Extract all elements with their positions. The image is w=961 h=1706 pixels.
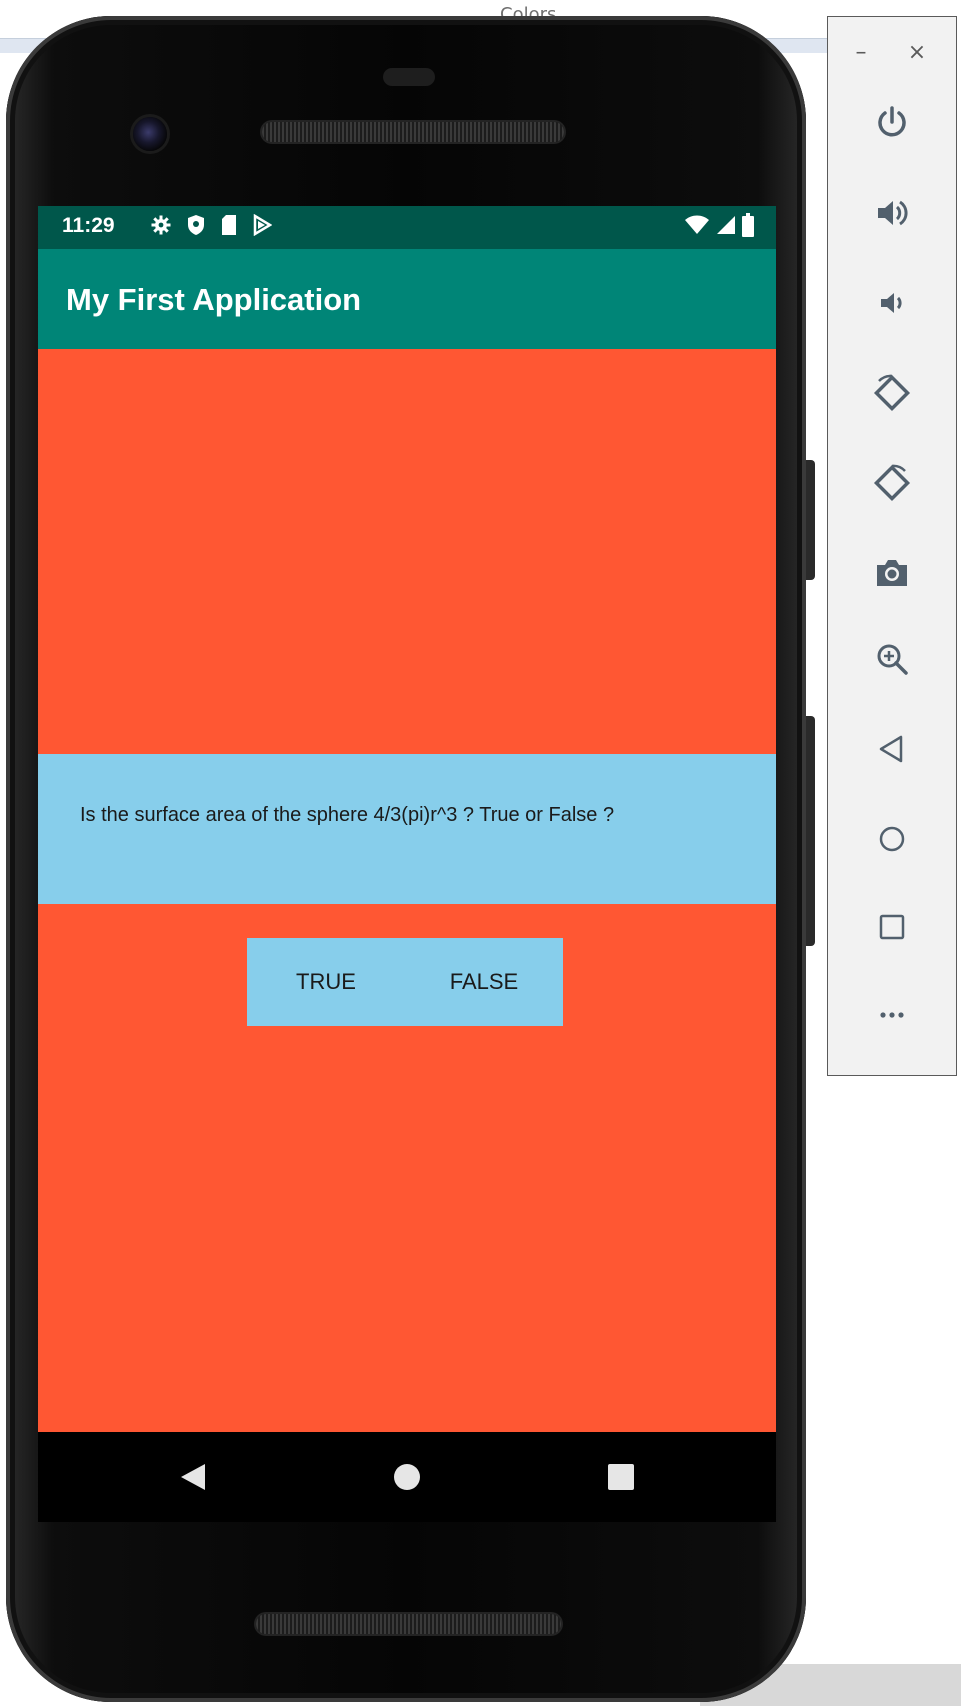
volume-down-icon[interactable] — [860, 271, 924, 335]
emulator-window-controls: – × — [828, 35, 958, 75]
home-icon[interactable] — [384, 1454, 430, 1500]
true-button[interactable]: TRUE — [247, 938, 405, 1026]
status-system-icons — [684, 213, 754, 241]
device-screen: 11:29 My First Application Is the surfac… — [38, 206, 776, 1432]
status-time: 11:29 — [62, 214, 115, 237]
zoom-icon[interactable] — [860, 627, 924, 691]
false-button[interactable]: FALSE — [405, 938, 563, 1026]
minimize-button[interactable]: – — [846, 35, 876, 69]
home-circle-icon[interactable] — [860, 807, 924, 871]
status-notification-icons — [150, 213, 273, 240]
close-button[interactable]: × — [902, 35, 932, 69]
shield-icon — [186, 214, 206, 240]
earpiece-speaker — [262, 122, 564, 142]
back-triangle-icon[interactable] — [860, 717, 924, 781]
wifi-icon — [684, 214, 710, 240]
sd-card-icon — [220, 214, 238, 240]
more-icon[interactable] — [860, 983, 924, 1047]
bottom-speaker — [256, 1614, 561, 1634]
power-icon[interactable] — [860, 91, 924, 155]
rotate-right-icon[interactable] — [860, 451, 924, 515]
back-icon[interactable] — [170, 1454, 216, 1500]
battery-icon — [742, 213, 754, 241]
rotate-left-icon[interactable] — [860, 361, 924, 425]
camera-icon[interactable] — [860, 541, 924, 605]
app-title: My First Application — [66, 282, 362, 317]
navigation-bar — [38, 1432, 776, 1522]
play-icon — [252, 213, 273, 240]
signal-icon — [716, 214, 736, 240]
status-bar: 11:29 — [38, 206, 776, 249]
app-bar: My First Application — [38, 249, 776, 349]
gear-icon — [150, 214, 172, 240]
front-camera — [133, 117, 167, 151]
question-text: Is the surface area of the sphere 4/3(pi… — [80, 804, 615, 826]
overview-square-icon[interactable] — [860, 895, 924, 959]
volume-up-icon[interactable] — [860, 181, 924, 245]
emulator-toolbar: – × — [827, 16, 957, 1076]
recents-icon[interactable] — [598, 1454, 644, 1500]
answer-button-panel: TRUE FALSE — [247, 938, 563, 1026]
question-panel: Is the surface area of the sphere 4/3(pi… — [38, 754, 776, 904]
proximity-sensor — [383, 68, 435, 86]
